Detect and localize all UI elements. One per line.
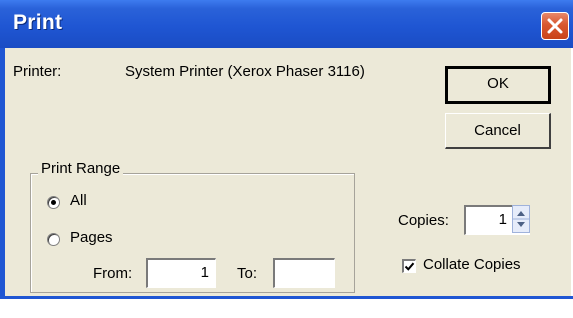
copies-spinner[interactable] [512, 205, 530, 233]
radio-all-label: All [70, 192, 87, 209]
ok-button-label: OK [487, 75, 509, 92]
window-bottom-frame [0, 296, 573, 299]
dialog-title: Print [13, 11, 63, 34]
title-bar[interactable]: Print [0, 0, 573, 48]
collate-checkbox[interactable] [402, 259, 416, 273]
radio-all[interactable] [47, 196, 60, 209]
printer-label: Printer: [13, 63, 62, 80]
ok-button[interactable]: OK [445, 66, 551, 104]
spinner-arrows-icon [513, 211, 529, 227]
radio-pages[interactable] [47, 233, 60, 246]
cancel-button-label: Cancel [474, 122, 521, 139]
radio-selected-dot [51, 200, 56, 205]
checkmark-icon [404, 262, 415, 271]
printer-name: System Printer (Xerox Phaser 3116) [125, 63, 365, 80]
from-label: From: [93, 265, 133, 282]
print-dialog: Print Printer: System Printer (Xerox Pha… [0, 0, 573, 299]
from-field[interactable]: 1 [146, 258, 216, 288]
radio-pages-label: Pages [70, 229, 113, 246]
to-label: To: [237, 265, 258, 282]
close-x-icon [547, 18, 563, 34]
cancel-button[interactable]: Cancel [445, 113, 551, 149]
collate-label: Collate Copies [423, 256, 521, 273]
close-button[interactable] [541, 12, 569, 40]
to-field[interactable] [273, 258, 335, 288]
copies-label: Copies: [398, 212, 449, 229]
print-range-legend: Print Range [38, 160, 124, 177]
